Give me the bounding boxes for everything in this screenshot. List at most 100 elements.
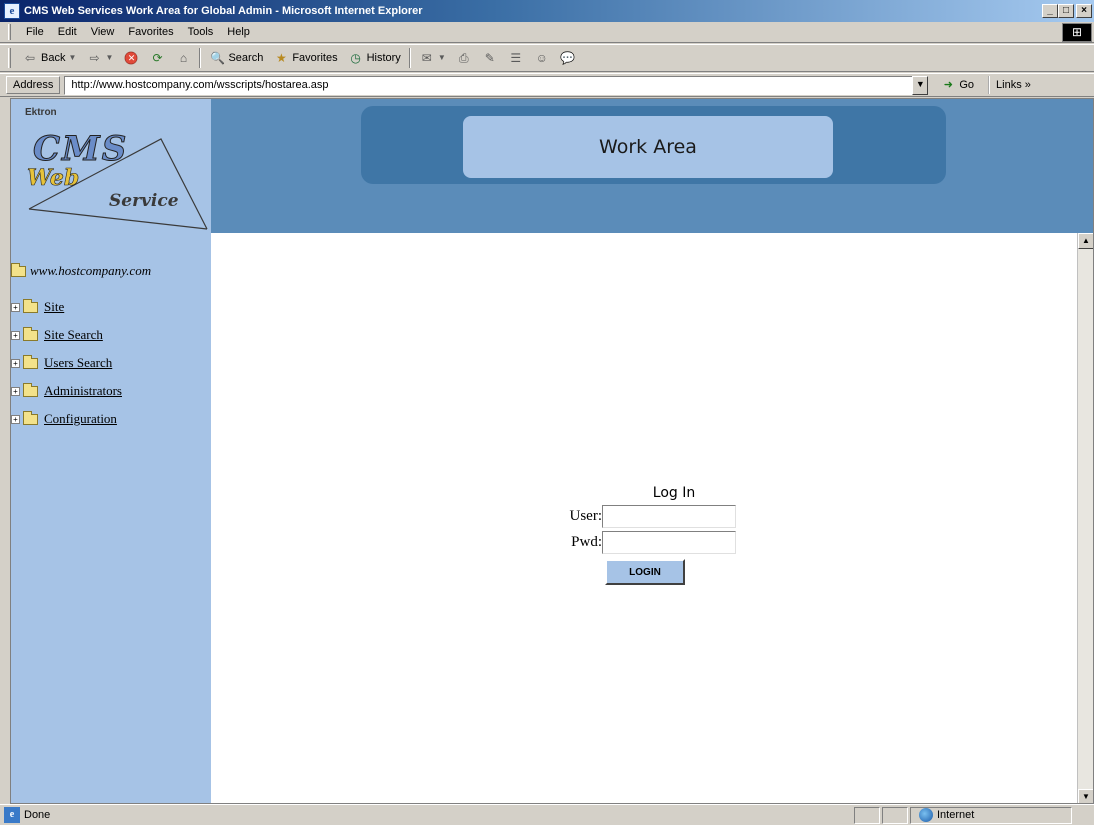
page-done-icon: e xyxy=(4,807,20,823)
password-label: Pwd: xyxy=(571,533,602,550)
scroll-down-button[interactable]: ▼ xyxy=(1078,789,1093,803)
expand-icon[interactable]: + xyxy=(11,302,20,312)
expand-icon[interactable]: + xyxy=(11,358,20,368)
address-input[interactable]: http://www.hostcompany.com/wsscripts/hos… xyxy=(64,75,915,95)
windows-logo-icon: ⊞ xyxy=(1062,23,1092,42)
search-icon: 🔍 xyxy=(209,51,225,65)
address-dropdown-button[interactable]: ▼ xyxy=(912,75,929,95)
zone-label: Internet xyxy=(937,809,975,821)
user-row: User: xyxy=(549,503,749,529)
chevron-down-icon[interactable]: ▼ xyxy=(438,50,446,66)
print-icon: ⎙ xyxy=(459,51,469,65)
back-button[interactable]: ⇦ Back ▼ xyxy=(17,47,81,69)
minimize-button[interactable]: _ xyxy=(1042,4,1058,18)
main-frame: Log In User: Pwd: LOGIN xyxy=(211,233,1079,803)
password-field[interactable] xyxy=(602,530,736,554)
cms-header: Ektron CMS Web Service Work Area xyxy=(11,99,1093,233)
links-button[interactable]: Links » xyxy=(988,76,1031,94)
folder-icon xyxy=(23,326,38,341)
messenger-button[interactable]: ☺ xyxy=(529,47,555,69)
menu-view[interactable]: View xyxy=(84,26,122,38)
back-label: Back xyxy=(41,52,66,64)
status-bar: e Done Internet xyxy=(0,804,1094,825)
expand-icon[interactable]: + xyxy=(11,330,20,340)
folder-icon xyxy=(23,382,38,397)
mail-icon: ✉ xyxy=(421,51,432,65)
menu-edit[interactable]: Edit xyxy=(51,26,84,38)
window-controls: _ □ × xyxy=(1042,4,1092,18)
tree-root-label: www.hostcompany.com xyxy=(30,263,152,278)
menu-tools[interactable]: Tools xyxy=(181,26,221,38)
address-bar: Address http://www.hostcompany.com/wsscr… xyxy=(0,73,1094,97)
toolbar-separator xyxy=(199,48,202,68)
search-label: Search xyxy=(228,52,264,64)
folder-icon xyxy=(23,354,38,369)
user-field[interactable] xyxy=(602,504,736,528)
folder-icon xyxy=(23,298,38,313)
window-title: CMS Web Services Work Area for Global Ad… xyxy=(24,5,423,17)
print-button[interactable]: ⎙ xyxy=(451,47,477,69)
user-label: User: xyxy=(569,507,603,524)
page-title: Work Area xyxy=(463,116,833,178)
home-icon: ⌂ xyxy=(179,51,188,65)
menu-file[interactable]: File xyxy=(19,26,51,38)
tree-link-site[interactable]: Site xyxy=(44,299,64,315)
stop-button[interactable]: ✕ xyxy=(118,47,144,69)
toolbar-grip[interactable] xyxy=(8,48,11,68)
stop-icon: ✕ xyxy=(123,50,140,66)
search-button[interactable]: 🔍 Search xyxy=(204,47,268,69)
page-button[interactable]: ☰ xyxy=(503,47,529,69)
mail-button[interactable]: ✉ ▼ xyxy=(414,47,451,69)
password-row: Pwd: xyxy=(549,529,749,555)
refresh-button[interactable]: ⟳ xyxy=(144,47,170,69)
vertical-scrollbar[interactable]: ▲ ▼ xyxy=(1077,233,1093,803)
tree-list: + Site + Site Search + Users Search + Ad… xyxy=(11,293,122,433)
login-button[interactable]: LOGIN xyxy=(605,559,685,585)
address-url: http://www.hostcompany.com/wsscripts/hos… xyxy=(71,79,329,91)
maximize-button[interactable]: □ xyxy=(1058,4,1074,18)
tree-link-site-search[interactable]: Site Search xyxy=(44,327,103,343)
title-bar: e CMS Web Services Work Area for Global … xyxy=(0,0,1094,22)
back-arrow-icon: ⇦ xyxy=(24,51,36,65)
tree-item-site: + Site xyxy=(11,293,122,321)
expand-icon[interactable]: + xyxy=(11,386,20,396)
login-title: Log In xyxy=(652,485,696,501)
logo-service-text: Service xyxy=(109,191,179,211)
chevron-down-icon[interactable]: ▼ xyxy=(68,50,77,66)
tree-link-configuration[interactable]: Configuration xyxy=(44,411,117,427)
expand-icon[interactable]: + xyxy=(11,414,20,424)
tree-item-site-search: + Site Search xyxy=(11,321,122,349)
favorites-label: Favorites xyxy=(292,52,338,64)
menu-favorites[interactable]: Favorites xyxy=(121,26,180,38)
chevron-down-icon[interactable]: ▼ xyxy=(105,50,114,66)
navigation-tree: www.hostcompany.com + Site + Site Search… xyxy=(11,233,211,803)
go-button[interactable]: ➜ Go xyxy=(936,77,978,93)
globe-icon xyxy=(919,808,933,822)
page-icon: ☰ xyxy=(510,51,522,65)
history-icon: ◷ xyxy=(350,51,361,65)
edit-button[interactable]: ✎ xyxy=(477,47,503,69)
logo-cms-text: CMS xyxy=(32,129,129,170)
home-button[interactable]: ⌂ xyxy=(170,47,196,69)
tree-item-users-search: + Users Search xyxy=(11,349,122,377)
menu-bar: File Edit View Favorites Tools Help ⊞ xyxy=(0,22,1094,43)
go-label: Go xyxy=(959,79,975,91)
tree-link-users-search[interactable]: Users Search xyxy=(44,355,112,371)
history-button[interactable]: ◷ History xyxy=(343,47,406,69)
close-button[interactable]: × xyxy=(1076,4,1092,18)
history-label: History xyxy=(366,52,401,64)
refresh-icon: ⟳ xyxy=(152,51,163,65)
people-icon: ☺ xyxy=(535,51,548,65)
cms-logo: Ektron CMS Web Service xyxy=(11,99,211,233)
scroll-up-button[interactable]: ▲ xyxy=(1078,233,1093,249)
status-pane xyxy=(882,806,908,824)
favorites-icon: ★ xyxy=(275,51,287,65)
logo-web-text: Web xyxy=(27,165,80,192)
tree-root[interactable]: www.hostcompany.com xyxy=(11,262,152,279)
menu-help[interactable]: Help xyxy=(220,26,257,38)
discuss-button[interactable]: 💬 xyxy=(555,47,581,69)
forward-button[interactable]: ⇨ ▼ xyxy=(81,47,118,69)
menu-grip[interactable] xyxy=(8,24,11,40)
tree-link-administrators[interactable]: Administrators xyxy=(44,383,122,399)
favorites-button[interactable]: ★ Favorites xyxy=(268,47,342,69)
